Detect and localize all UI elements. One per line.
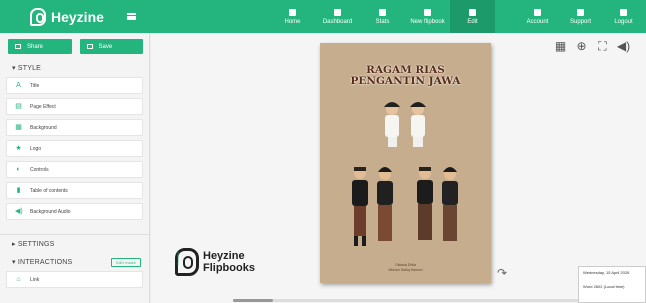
menu-item-label: Table of contents	[30, 187, 68, 194]
menu-item-label: Background	[30, 124, 57, 131]
time-tooltip: Wednesday, 15 April 2026 Word 2602 (Loca…	[578, 266, 646, 303]
author-line-2: Muhsin Sabiq Hamzel	[388, 268, 423, 272]
style-item-controls[interactable]: ◐ Controls	[6, 161, 143, 178]
sound-icon[interactable]: ◀)	[617, 39, 630, 52]
nav-dashboard[interactable]: Dashboard	[315, 0, 360, 33]
nav-account[interactable]: Account	[516, 0, 559, 33]
brand-text: Heyzine Flipbooks	[203, 250, 255, 274]
style-section-title: ▾ STYLE	[12, 65, 42, 72]
flipbook-viewer: ▦ ⊕ ⛶ ◀) RAGAM RIAS PENGANTIN JAWA Oktav…	[151, 33, 646, 303]
home-icon	[289, 8, 296, 16]
style-menu: A Title ▤ Page Effect ▦ Background ★ Log…	[0, 77, 149, 220]
brand-line-1: Heyzine	[203, 250, 245, 262]
scrollbar-thumb[interactable]	[233, 299, 273, 302]
grid-view-icon[interactable]: ▦	[554, 39, 567, 52]
viewer-toolbar: ▦ ⊕ ⛶ ◀)	[554, 39, 630, 52]
share-icon	[15, 44, 21, 49]
book-cover[interactable]: RAGAM RIAS PENGANTIN JAWA Oktavia Dhila …	[320, 43, 491, 283]
menu-item-label: Title	[30, 82, 40, 89]
background-icon: ▦	[15, 124, 22, 131]
dashboard-icon	[334, 8, 341, 16]
style-item-background-audio[interactable]: ◀) Background Audio	[6, 203, 143, 220]
heyzine-logo-icon	[30, 7, 46, 26]
menu-item-label: Link	[30, 276, 40, 283]
settings-section-header[interactable]: ▸ SETTINGS	[0, 235, 149, 253]
editor-sidebar: Share Save ▾ STYLE A Title ▤ Page Effect…	[0, 33, 150, 303]
nav-label: Home	[284, 18, 301, 25]
nav-label: Account	[526, 18, 549, 25]
help-icon	[577, 8, 584, 16]
settings-section-title: ▸ SETTINGS	[12, 241, 55, 248]
bookmark-icon: ▮	[16, 187, 21, 194]
menu-item-label: Logo	[30, 145, 42, 152]
nav-logout[interactable]: Logout	[602, 0, 645, 33]
style-item-title[interactable]: A Title	[6, 77, 143, 94]
sidebar-toggle-icon[interactable]	[126, 13, 136, 20]
menu-item-label: Controls	[30, 166, 49, 173]
audio-icon: ◀)	[15, 208, 23, 215]
interactions-menu: ⌂ Link	[0, 271, 149, 288]
account-nav: Account Support Logout	[516, 0, 645, 33]
edit-mode-button[interactable]: Edit mode	[111, 257, 141, 267]
main-nav: Home Dashboard Stats New flipbook Edit	[270, 0, 495, 33]
style-section-header[interactable]: ▾ STYLE	[0, 59, 149, 77]
powered-by-text: Powered by	[177, 251, 181, 266]
fullscreen-icon[interactable]: ⛶	[596, 39, 609, 52]
menu-item-label: Background Audio	[30, 208, 71, 215]
star-icon: ★	[15, 145, 22, 152]
brand-name: Heyzine	[51, 8, 104, 25]
save-button[interactable]: Save	[79, 39, 143, 54]
save-icon	[86, 44, 93, 49]
link-icon: ⌂	[16, 276, 21, 283]
nav-stats[interactable]: Stats	[360, 0, 405, 33]
book-authors: Oktavia Dhila Muhsin Sabiq Hamzel	[350, 263, 461, 273]
style-item-logo[interactable]: ★ Logo	[6, 140, 143, 157]
brand[interactable]: Heyzine	[0, 0, 150, 33]
nav-label: New flipbook	[410, 18, 445, 25]
heyzine-flipbooks-brand: Powered by Heyzine Flipbooks	[175, 248, 255, 276]
menu-item-label: Page Effect	[30, 103, 56, 110]
sidebar-actions: Share Save	[0, 33, 149, 59]
toggle-icon: ◐	[16, 166, 21, 173]
share-button[interactable]: Share	[8, 39, 72, 54]
style-item-table-of-contents[interactable]: ▮ Table of contents	[6, 182, 143, 199]
bride-groom-illustration	[352, 102, 458, 246]
style-item-background[interactable]: ▦ Background	[6, 119, 143, 136]
nav-new-flipbook[interactable]: New flipbook	[405, 0, 450, 33]
title-icon: A	[16, 82, 21, 89]
brand-line-2: Flipbooks	[203, 262, 255, 274]
nav-label: Logout	[614, 18, 633, 25]
heyzine-flipbooks-logo-icon: Powered by	[175, 248, 199, 276]
interaction-item-link[interactable]: ⌂ Link	[6, 271, 143, 288]
interactions-section-title: ▾ INTERACTIONS	[12, 259, 73, 266]
top-navbar: Heyzine Home Dashboard Stats New flipboo…	[0, 0, 646, 33]
style-item-page-effect[interactable]: ▤ Page Effect	[6, 98, 143, 115]
power-icon	[620, 8, 627, 16]
share-label: Share	[27, 43, 44, 50]
save-label: Save	[98, 43, 113, 50]
nav-label: Stats	[375, 18, 390, 25]
nav-label: Edit	[467, 18, 478, 25]
stats-icon	[379, 8, 386, 16]
tooltip-line-1: Wednesday, 15 April 2026	[583, 270, 630, 275]
nav-support[interactable]: Support	[559, 0, 602, 33]
zoom-icon[interactable]: ⊕	[575, 39, 588, 52]
nav-edit[interactable]: Edit	[450, 0, 495, 33]
share-arrow-icon[interactable]: ↷	[497, 267, 511, 279]
nav-home[interactable]: Home	[270, 0, 315, 33]
document-icon	[424, 8, 431, 16]
tooltip-line-2: Word 2602 (Local time)	[583, 284, 625, 289]
page-effect-icon: ▤	[15, 103, 22, 110]
nav-label: Dashboard	[322, 18, 353, 25]
user-icon	[534, 8, 541, 16]
interactions-section-header[interactable]: ▾ INTERACTIONS Edit mode	[0, 253, 149, 271]
nav-label: Support	[569, 18, 591, 25]
pencil-icon	[469, 8, 476, 16]
